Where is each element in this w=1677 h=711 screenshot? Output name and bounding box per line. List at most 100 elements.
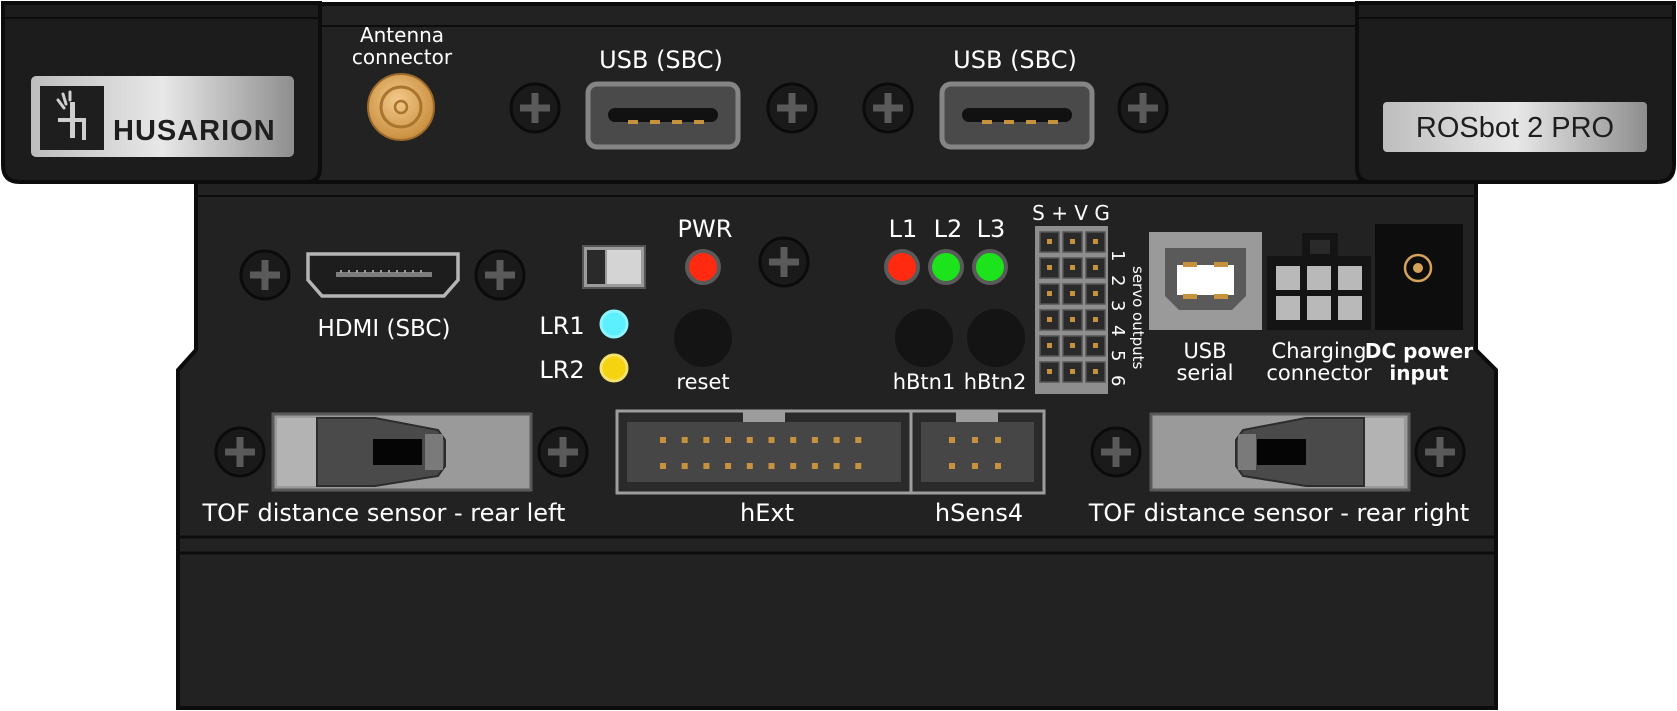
pin bbox=[833, 437, 840, 443]
pin bbox=[1070, 291, 1075, 296]
pin bbox=[746, 463, 753, 469]
hext-label: hExt bbox=[740, 499, 794, 527]
pin bbox=[855, 463, 862, 469]
pin bbox=[1070, 265, 1075, 270]
l1-led bbox=[884, 249, 920, 285]
hbtn2-button[interactable] bbox=[967, 309, 1025, 367]
power-switch[interactable] bbox=[582, 245, 646, 289]
charging-label-line1: Charging bbox=[1272, 339, 1367, 363]
pin bbox=[1093, 291, 1098, 296]
dc-power-label-line2: input bbox=[1389, 361, 1449, 385]
l3-label: L3 bbox=[977, 215, 1006, 243]
screw-icon bbox=[509, 82, 561, 134]
pin bbox=[1070, 239, 1075, 244]
pin bbox=[725, 437, 732, 443]
hbtn1-label: hBtn1 bbox=[893, 370, 956, 394]
pin bbox=[972, 463, 978, 469]
tof-left-label: TOF distance sensor - rear left bbox=[202, 499, 566, 527]
servo-row-3: 3 bbox=[1107, 300, 1128, 311]
husarion-logo-icon bbox=[40, 86, 104, 150]
tof-sensor-rear-left bbox=[271, 412, 533, 492]
pin bbox=[703, 437, 710, 443]
hdmi-port[interactable] bbox=[306, 252, 460, 298]
pin bbox=[681, 463, 688, 469]
pin bbox=[972, 437, 978, 443]
pin bbox=[1093, 317, 1098, 322]
screw-icon bbox=[537, 426, 589, 478]
servo-row-5: 5 bbox=[1107, 350, 1128, 361]
pin bbox=[1093, 343, 1098, 348]
l2-label: L2 bbox=[934, 215, 963, 243]
pin bbox=[790, 437, 797, 443]
hbtn1-button[interactable] bbox=[895, 309, 953, 367]
servo-header-label: S + V G bbox=[1032, 201, 1110, 225]
lr1-label: LR1 bbox=[539, 312, 584, 340]
pin bbox=[949, 463, 955, 469]
pin bbox=[768, 437, 775, 443]
screw-icon bbox=[474, 249, 526, 301]
hbtn2-label: hBtn2 bbox=[964, 370, 1027, 394]
pin bbox=[725, 463, 732, 469]
usb-sbc-port-1[interactable] bbox=[585, 81, 741, 150]
pin bbox=[768, 463, 775, 469]
l2-led bbox=[928, 249, 964, 285]
corner-right bbox=[1355, 1, 1676, 184]
l3-led bbox=[972, 249, 1008, 285]
pin bbox=[995, 463, 1001, 469]
husarion-logo-text: HUSARION bbox=[113, 115, 276, 147]
tof-right-label: TOF distance sensor - rear right bbox=[1088, 499, 1469, 527]
pin bbox=[746, 437, 753, 443]
pin bbox=[681, 437, 688, 443]
usb-sbc-label-2: USB (SBC) bbox=[953, 46, 1077, 74]
pin bbox=[1070, 317, 1075, 322]
pin bbox=[1047, 239, 1052, 244]
hsens4-connector[interactable] bbox=[909, 409, 1046, 495]
antenna-sma-icon[interactable] bbox=[367, 73, 435, 141]
usb-sbc-label-1: USB (SBC) bbox=[599, 46, 723, 74]
usb-sbc-port-2[interactable] bbox=[939, 81, 1095, 150]
screw-icon bbox=[1090, 426, 1142, 478]
pin bbox=[1047, 317, 1052, 322]
antenna-label-line1: Antenna bbox=[360, 23, 444, 47]
antenna-label-line2: connector bbox=[352, 45, 453, 69]
tof-sensor-rear-right bbox=[1149, 412, 1411, 492]
servo-row-4: 4 bbox=[1107, 325, 1128, 336]
pin bbox=[949, 437, 955, 443]
pin bbox=[660, 437, 666, 443]
pin bbox=[703, 463, 710, 469]
pin bbox=[811, 437, 818, 443]
servo-row-2: 2 bbox=[1107, 275, 1128, 286]
pin bbox=[1047, 369, 1052, 374]
pin bbox=[1070, 369, 1075, 374]
hext-connector[interactable] bbox=[615, 409, 913, 495]
pin bbox=[1047, 343, 1052, 348]
screw-icon bbox=[1117, 82, 1169, 134]
pin bbox=[995, 437, 1001, 443]
screw-icon bbox=[214, 426, 266, 478]
pwr-led bbox=[685, 249, 721, 285]
pin bbox=[660, 463, 666, 469]
pin bbox=[833, 463, 840, 469]
rear-panel-diagram: HUSARION ROSbot 2 PRO Antenna connector … bbox=[1, 1, 1676, 710]
pin bbox=[790, 463, 797, 469]
servo-outputs-label: servo outputs bbox=[1129, 266, 1147, 370]
lr2-label: LR2 bbox=[539, 356, 584, 384]
servo-row-6: 6 bbox=[1107, 375, 1128, 386]
pwr-label: PWR bbox=[678, 215, 733, 243]
top-strip bbox=[298, 2, 1382, 184]
dc-power-label-line1: DC power bbox=[1365, 339, 1473, 363]
hsens4-label: hSens4 bbox=[935, 499, 1023, 527]
pin bbox=[1047, 265, 1052, 270]
pin bbox=[1093, 265, 1098, 270]
pin bbox=[1047, 291, 1052, 296]
usb-serial-label-line1: USB bbox=[1183, 339, 1226, 363]
usb-serial-port[interactable] bbox=[1149, 232, 1262, 330]
screw-icon bbox=[1414, 426, 1466, 478]
servo-row-1: 1 bbox=[1107, 250, 1128, 261]
hdmi-label: HDMI (SBC) bbox=[318, 316, 451, 342]
pin bbox=[1093, 369, 1098, 374]
l1-label: L1 bbox=[889, 215, 918, 243]
reset-button[interactable] bbox=[674, 309, 732, 367]
dc-power-jack[interactable] bbox=[1375, 224, 1463, 330]
reset-label: reset bbox=[676, 370, 729, 394]
